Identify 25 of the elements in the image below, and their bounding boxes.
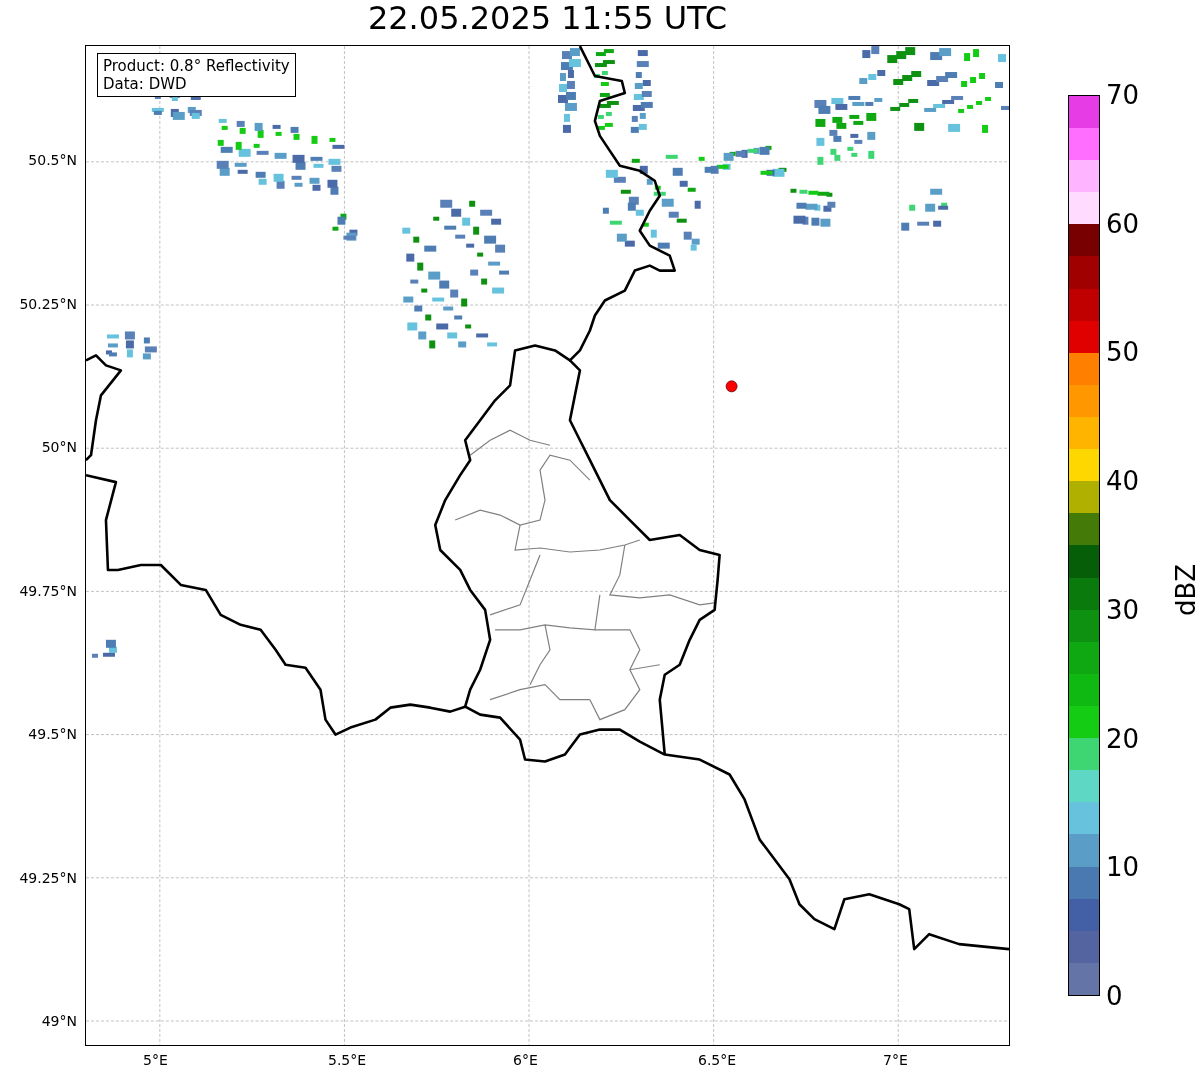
axis-label: 49°N: [41, 1013, 77, 1029]
scale-label: 10: [1106, 854, 1140, 881]
scale-label: 0: [1106, 983, 1123, 1009]
axis-label: 5°E: [143, 1052, 168, 1068]
axis-label: 5.5°E: [328, 1052, 367, 1068]
axis-label: 49.25°N: [19, 869, 77, 886]
axis-label: 50°N: [41, 439, 77, 455]
axis-label: 6.5°E: [698, 1052, 737, 1068]
scale-label: 70: [1106, 82, 1140, 108]
axis-label: 50.5°N: [28, 152, 77, 168]
scale-label: 40: [1106, 468, 1140, 495]
axis-label: 7°E: [883, 1052, 908, 1068]
chart-title: 22.05.2025 11:55 UTC: [366, 0, 729, 39]
scale-label: 50: [1106, 339, 1140, 366]
info-text: Product: 0.8° Reflectivity: [103, 57, 290, 75]
info-text: Data: DWD: [103, 75, 188, 93]
axis-label: 50.25°N: [19, 295, 77, 312]
colorbar-label: dBZ: [1171, 563, 1202, 617]
axis-label: 6°E: [513, 1052, 538, 1068]
scale-label: 60: [1106, 210, 1140, 237]
location-marker: [725, 380, 738, 393]
axis-label: 49.5°N: [28, 726, 77, 742]
scale-label: 30: [1106, 596, 1140, 623]
scale-label: 20: [1106, 725, 1140, 752]
axis-label: 49.75°N: [19, 582, 77, 599]
